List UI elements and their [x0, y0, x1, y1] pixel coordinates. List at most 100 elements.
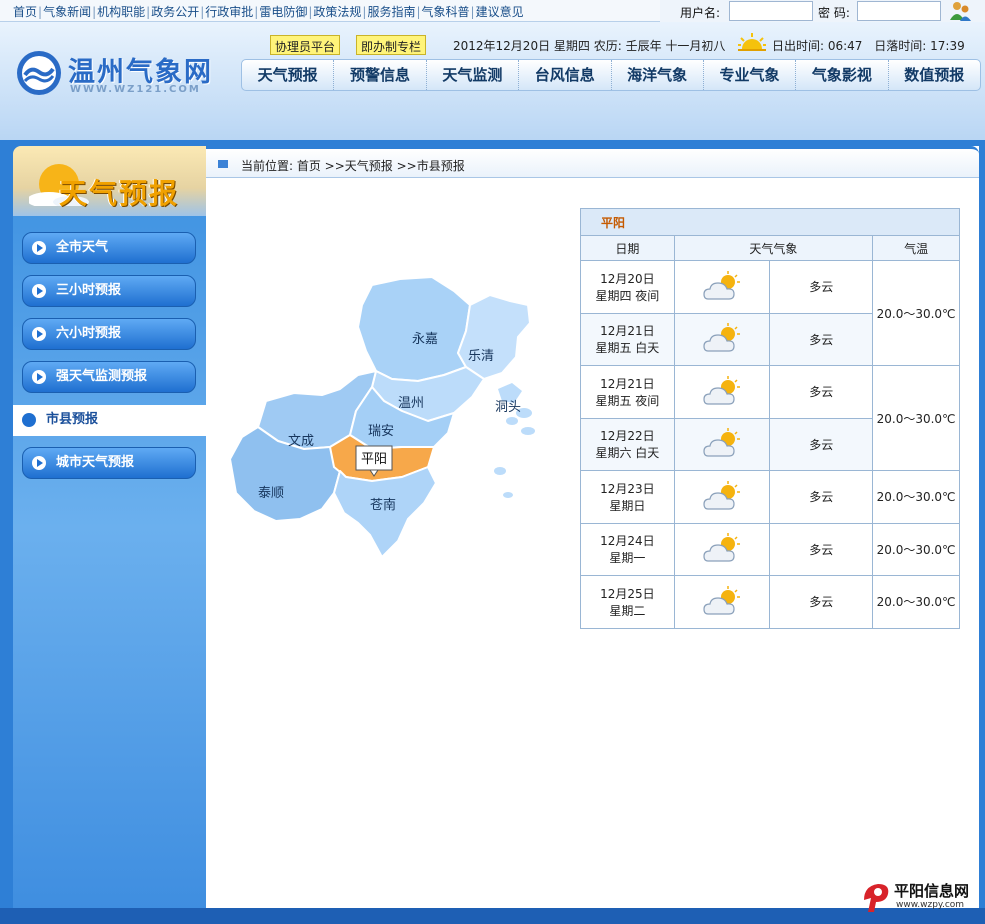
map-label-yueqing: 乐清	[468, 349, 494, 364]
login-icon[interactable]	[948, 0, 972, 22]
sidebar-item-county[interactable]: 市县预报	[13, 405, 206, 436]
password-label: 密 码:	[818, 6, 850, 20]
date-info: 2012年12月20日 星期四 农历: 壬辰年 十一月初八	[453, 39, 726, 53]
breadcrumb-text: 当前位置: 首页 >>天气预报 >>市县预报	[241, 159, 465, 173]
top-link-affairs[interactable]: 政务公开	[151, 5, 199, 19]
nav-numerical[interactable]: 数值预报	[887, 60, 980, 90]
sidebar-title: 天气预报	[59, 177, 180, 210]
nav-monitoring[interactable]: 天气监测	[425, 60, 518, 90]
temperature: 20.0～30.0℃	[872, 522, 960, 576]
watermark-logo-icon	[864, 884, 889, 912]
day-line: 星期日	[609, 498, 646, 513]
top-link-science[interactable]: 气象科普	[422, 5, 470, 19]
top-link-policy[interactable]: 政策法规	[313, 5, 361, 19]
temperature: 20.0～30.0℃	[872, 470, 960, 524]
forecast-date: 12月22日 星期六 白天	[580, 417, 675, 471]
site-header: 温州气象网 WWW.WZ121.COM 协理员平台 即办制专栏 2012年12月…	[0, 22, 985, 140]
forecast-city: 平阳	[580, 208, 960, 236]
table-row: 12月23日 星期日 多云 20.0～30.0℃	[580, 470, 960, 524]
sidebar: 天气预报 全市天气 三小时预报 六小时预报 强天气监测预报 市县预报 城市天气预…	[13, 146, 206, 908]
map-label-taishun: 泰顺	[258, 486, 284, 501]
header-temp: 气温	[872, 235, 960, 261]
top-link-suggest[interactable]: 建议意见	[476, 5, 524, 19]
top-link-org[interactable]: 机构职能	[97, 5, 145, 19]
top-link-news[interactable]: 气象新闻	[43, 5, 91, 19]
main-nav: 天气预报 预警信息 天气监测 台风信息 海洋气象 专业气象 气象影视 数值预报	[241, 59, 981, 91]
sidebar-item-severe[interactable]: 强天气监测预报	[22, 361, 196, 393]
sidebar-item-label: 市县预报	[46, 412, 99, 427]
map-region-yueqing[interactable]	[457, 294, 531, 380]
top-link-approval[interactable]: 行政审批	[205, 5, 253, 19]
password-input[interactable]	[857, 1, 941, 21]
day-line: 星期六 白天	[595, 446, 660, 461]
top-bar: 首页|气象新闻|机构职能|政务公开|行政审批|雷电防御|政策法规|服务指南|气象…	[0, 0, 985, 22]
day-line: 星期一	[609, 551, 646, 566]
day-line: 星期二	[609, 603, 646, 618]
partly-cloudy-icon	[703, 480, 741, 510]
sidebar-item-label: 强天气监测预报	[56, 369, 148, 384]
watermark-name: 平阳信息网	[894, 882, 970, 900]
weather-icon-cell	[673, 260, 771, 314]
date-line: 12月25日	[600, 586, 655, 601]
coordinator-platform-button[interactable]: 协理员平台	[270, 35, 341, 55]
partly-cloudy-icon	[703, 533, 741, 562]
top-link-lightning[interactable]: 雷电防御	[259, 5, 307, 19]
map-label-cangnan: 苍南	[370, 497, 396, 513]
partly-cloudy-icon	[703, 270, 741, 300]
username-input[interactable]	[729, 1, 813, 21]
nav-professional[interactable]: 专业气象	[702, 60, 795, 90]
top-link-home[interactable]: 首页	[13, 5, 37, 19]
sidebar-item-3hour[interactable]: 三小时预报	[22, 275, 196, 307]
weather-icon-cell	[673, 470, 771, 524]
map-label-yongjia: 永嘉	[412, 332, 438, 347]
sunrise-time: 日出时间: 06:47	[772, 39, 863, 53]
site-logo[interactable]: 温州气象网 WWW.WZ121.COM	[14, 48, 211, 101]
nav-warnings[interactable]: 预警信息	[333, 60, 425, 90]
breadcrumb: 当前位置: 首页 >>天气预报 >>市县预报	[206, 146, 979, 178]
forecast-date: 12月24日 星期一	[580, 522, 675, 576]
day-line: 星期五 夜间	[595, 393, 660, 408]
instant-service-button[interactable]: 即办制专栏	[356, 35, 427, 55]
header-date: 日期	[580, 235, 675, 261]
sidebar-item-city-weather[interactable]: 全市天气	[22, 232, 196, 264]
forecast-date: 12月25日 星期二	[580, 575, 675, 629]
weather-text: 多云	[769, 417, 874, 471]
sunset-time: 日落时间: 17:39	[874, 39, 965, 53]
date-line: 12月24日	[600, 534, 655, 549]
arrow-circle-icon	[32, 284, 46, 298]
partly-cloudy-icon	[703, 323, 741, 352]
sunrise-sunset: 日出时间: 06:47 日落时间: 17:39	[772, 37, 965, 54]
nav-typhoon[interactable]: 台风信息	[518, 60, 610, 90]
nav-forecast[interactable]: 天气预报	[242, 60, 333, 90]
nav-marine[interactable]: 海洋气象	[610, 60, 703, 90]
forecast-date: 12月20日 星期四 夜间	[580, 260, 675, 314]
logo-icon	[17, 51, 61, 95]
login-area: 用户名: 密 码:	[660, 0, 985, 22]
sidebar-item-6hour[interactable]: 六小时预报	[22, 318, 196, 350]
temperature: 20.0～30.0℃	[872, 260, 960, 366]
partly-cloudy-icon	[703, 375, 741, 405]
nav-video[interactable]: 气象影视	[795, 60, 887, 90]
header-weather: 天气气象	[673, 235, 874, 261]
wenzhou-map[interactable]: 永嘉 乐清 洞头 温州 瑞安 文成 泰顺 苍南 平阳	[222, 271, 548, 571]
top-link-guide[interactable]: 服务指南	[367, 5, 415, 19]
weather-text: 多云	[769, 365, 874, 419]
username-label: 用户名:	[680, 6, 721, 20]
site-url: WWW.WZ121.COM	[70, 84, 201, 95]
day-line: 星期五 白天	[595, 341, 660, 356]
day-line: 星期四 夜间	[595, 288, 660, 303]
watermark-url: www.wzpy.com	[896, 900, 965, 910]
date-line: 12月21日	[600, 324, 655, 339]
map-label-ruian: 瑞安	[368, 424, 394, 439]
partly-cloudy-icon	[703, 428, 741, 457]
sidebar-item-city-forecast[interactable]: 城市天气预报	[22, 447, 196, 479]
date-line: 12月23日	[600, 481, 655, 496]
date-line: 12月20日	[600, 271, 655, 286]
map-region-yongjia[interactable]	[357, 276, 471, 382]
weather-text: 多云	[769, 575, 874, 629]
temperature: 20.0～30.0℃	[872, 365, 960, 471]
partly-cloudy-icon	[703, 585, 741, 615]
forecast-table: 平阳 日期 天气气象 气温 12月20日 星期四 夜间 多云 20.0～30.0℃…	[580, 208, 960, 629]
weather-icon-cell	[673, 575, 771, 629]
sidebar-header: 天气预报	[13, 146, 206, 216]
